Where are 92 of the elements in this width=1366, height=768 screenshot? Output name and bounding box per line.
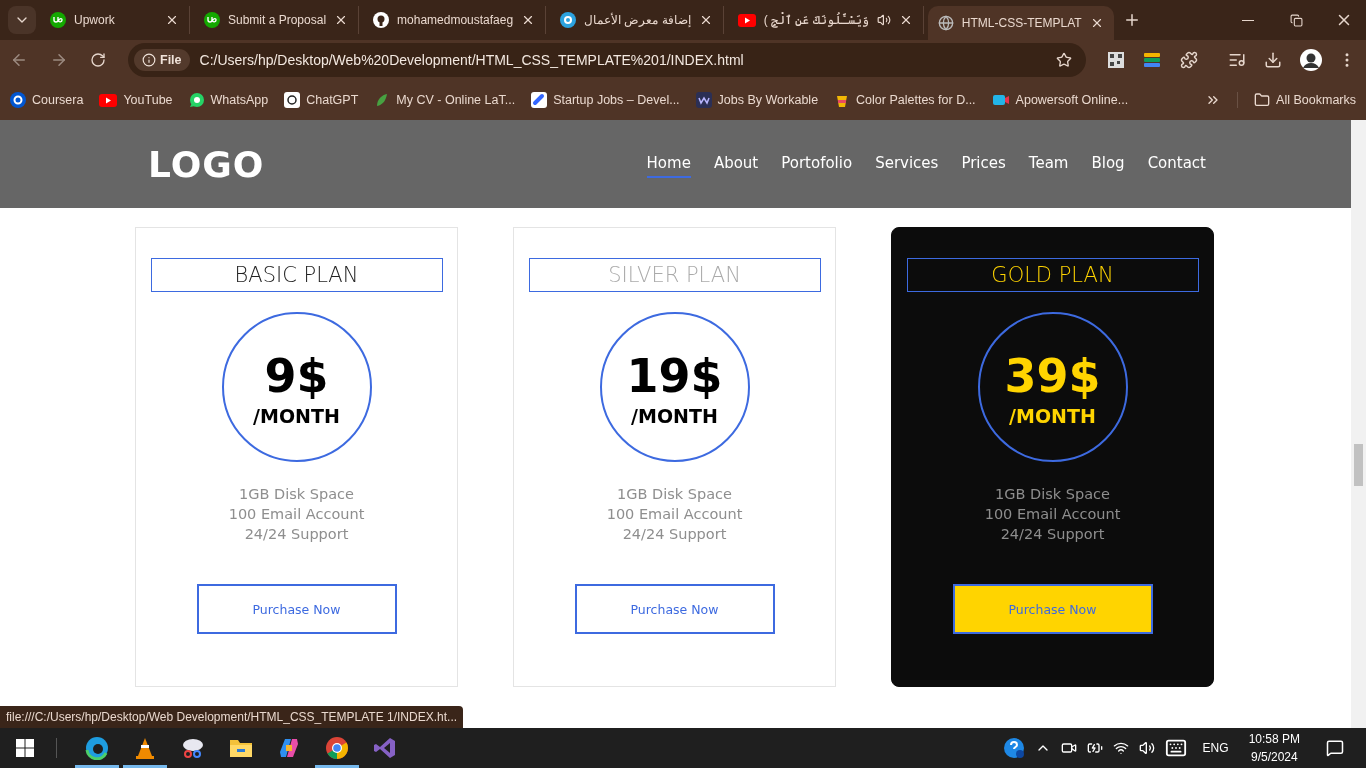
feature-text: 100 Email Account [228,505,365,524]
browser-tab[interactable]: ( وَيَسْـَٔلُونَكَ عَنِ ٱلْجِ [727,6,924,34]
scrollbar[interactable] [1351,120,1366,728]
media-queue-icon[interactable] [1228,51,1246,69]
traffic-cone-icon [133,736,157,760]
download-icon[interactable] [1264,51,1282,69]
clock[interactable]: 10:58 PM 9/5/2024 [1248,730,1300,766]
price-period: /MONTH [1009,405,1096,427]
upwork-icon [50,12,66,28]
nav-link[interactable]: About [713,150,759,178]
notifications-icon[interactable] [1326,739,1344,757]
stacked-layers-icon[interactable] [1144,52,1160,68]
nav-link[interactable]: Prices [961,150,1006,178]
reload-icon[interactable] [90,52,106,68]
bookmark-link[interactable]: Jobs By Workable [695,92,819,108]
scroll-thumb[interactable] [1354,444,1363,486]
browser-tab[interactable]: mohamedmoustafaeg [363,6,547,34]
play-icon [737,13,756,27]
chrome-icon [325,736,349,760]
bookmark-link[interactable]: My CV - Online LaT... [374,92,516,108]
help-icon[interactable] [1002,737,1025,759]
speaker-icon[interactable] [876,13,891,27]
folder-icon [229,737,253,759]
feature-text: 100 Email Account [984,505,1121,524]
extensions-icon[interactable] [1180,51,1198,69]
purchase-button[interactable]: Purchase Now [574,584,775,634]
bookmark-link[interactable]: Coursera [10,92,84,108]
all-bookmarks-link[interactable]: All Bookmarks [1237,92,1356,108]
wifi-icon[interactable] [1112,740,1129,756]
bookmark-star-icon[interactable] [1056,52,1072,68]
logo: LOGO [148,143,265,185]
nav-link[interactable]: Contact [1147,150,1206,178]
minimize-icon [1242,19,1254,21]
ring-icon [560,12,577,28]
upwork-icon [204,12,220,28]
nav-link[interactable]: Blog [1091,150,1125,178]
feature-text: 24/24 Support [1000,525,1105,544]
bookmark-link[interactable]: ChatGPT [284,92,359,108]
plan-name: GOLD PLAN [906,258,1199,292]
qr-code-icon[interactable] [1108,52,1124,68]
feature-text: 100 Email Account [606,505,743,524]
nav-link[interactable]: Team [1028,150,1069,178]
bookmark-link[interactable]: Apowersoft Online... [991,92,1129,108]
bookmark-link[interactable]: WhatsApp [188,92,269,108]
bookmark-link[interactable]: Color Palettes for D... [834,92,976,108]
plan-name: SILVER PLAN [528,258,821,292]
bookmark-link[interactable]: YouTube [99,93,173,107]
forward-icon[interactable] [50,51,68,69]
video-camera-icon [991,92,1010,108]
close-icon[interactable] [165,13,179,27]
play-icon [99,93,118,107]
camera-icon[interactable] [1060,740,1077,756]
price-period: /MONTH [631,405,718,427]
price: 9$ [264,353,329,399]
address-bar[interactable]: File C:/Users/hp/Desktop/Web%20Development/HTML_CSS_TEMPLATE%201/INDEX.html [128,43,1086,77]
feature-text: 1GB Disk Space [239,485,354,504]
battery-icon[interactable] [1086,740,1103,756]
back-icon[interactable] [10,51,28,69]
browser-tab[interactable]: HTML-CSS-TEMPLAT [927,6,1114,40]
status-url: file:///C:/Users/hp/Desktop/Web Development/HTML_CSS_TEMPLATE 1/INDEX.ht... [0,706,464,728]
price: 19$ [626,353,723,399]
folder-icon [1254,92,1271,108]
restore-icon [1289,13,1303,27]
price-period: /MONTH [253,405,340,427]
feature-text: 1GB Disk Space [995,485,1110,504]
price: 39$ [1004,353,1101,399]
globe-icon [937,15,954,31]
feature-text: 24/24 Support [622,525,727,544]
info-icon [142,53,156,67]
windows-start-icon[interactable] [16,739,34,757]
browser-tab[interactable]: Upwork [40,6,190,34]
browser-tab[interactable]: Submit a Proposal [194,6,360,34]
browser-tab[interactable]: إضافة معرض الأعمال [550,6,724,34]
feature-text: 1GB Disk Space [617,485,732,504]
bookmark-link[interactable]: Startup Jobs – Devel... [531,92,680,108]
tab-search-button[interactable] [8,6,36,34]
plan-name: BASIC PLAN [150,258,443,292]
input-language[interactable]: ENG [1202,741,1229,755]
purchase-button[interactable]: Purchase Now [196,584,397,634]
chat-bubble-icon [188,92,205,108]
nav-link[interactable]: Portofolio [781,150,853,178]
nav-link[interactable]: Services [875,150,939,178]
nav-link[interactable]: Home [646,150,691,178]
wave-icon [695,92,712,108]
site-info-chip[interactable]: File [134,49,190,71]
keyboard-icon[interactable] [1164,737,1187,759]
circle-icon [10,92,26,108]
feature-text: 24/24 Support [244,525,349,544]
avatar-icon[interactable] [1300,49,1322,71]
github-icon [373,12,390,28]
volume-icon[interactable] [1138,740,1155,756]
edge-icon [85,736,109,760]
